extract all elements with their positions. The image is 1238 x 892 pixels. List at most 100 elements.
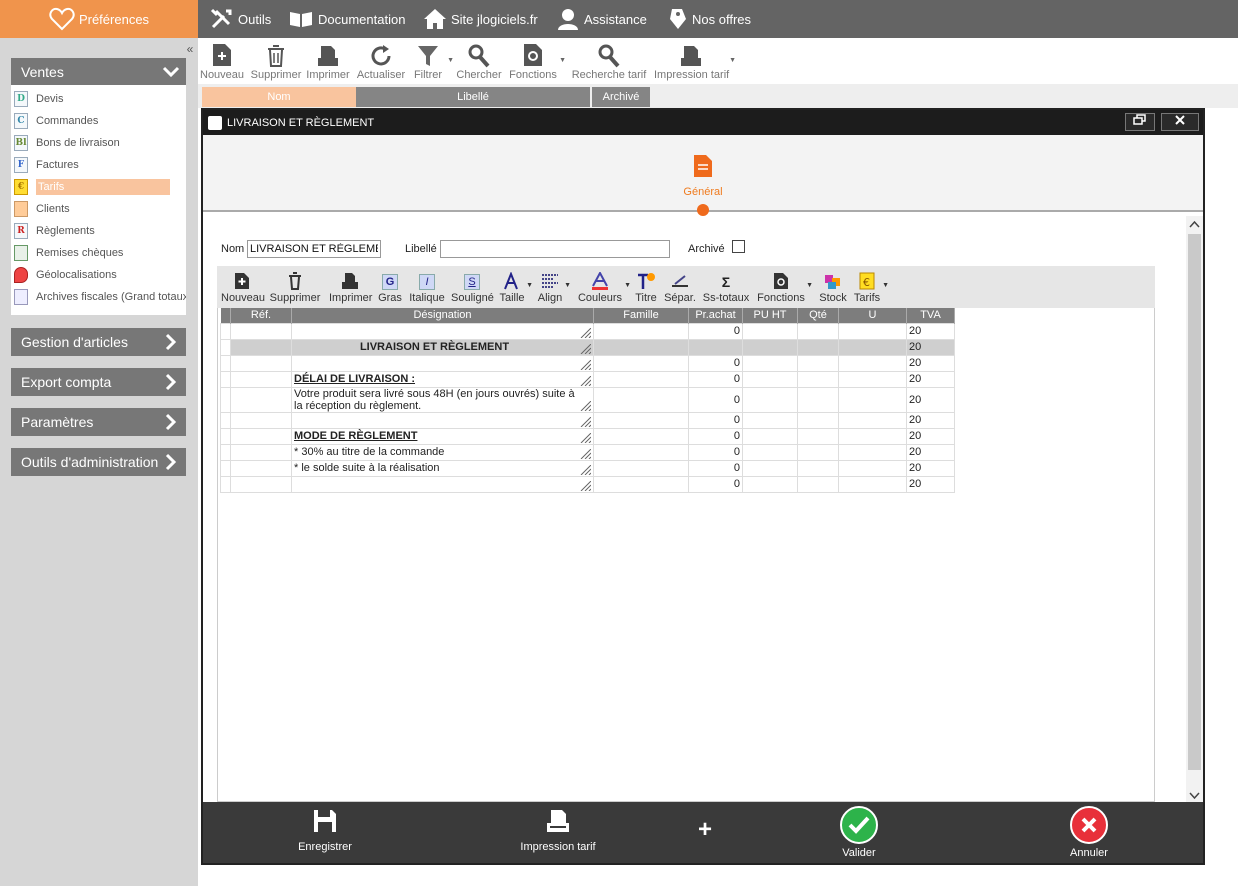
sidebar-item-commandes[interactable]: C Commandes: [11, 110, 186, 132]
nom-input[interactable]: [247, 240, 381, 258]
lines-separateur-button[interactable]: Sépar.: [663, 268, 697, 306]
cell-ref[interactable]: [230, 459, 292, 477]
cancel-button[interactable]: Annuler: [1061, 806, 1117, 859]
cell-designation[interactable]: LIVRAISON ET RÈGLEMENT: [291, 338, 594, 356]
archive-checkbox[interactable]: [732, 240, 745, 253]
cell-qte[interactable]: [797, 338, 839, 356]
cell-prachat[interactable]: 0: [688, 475, 743, 493]
cell-famille[interactable]: [593, 322, 689, 340]
nav-documentation[interactable]: Documentation: [288, 0, 405, 38]
cell-puht[interactable]: [742, 459, 798, 477]
resize-grip-icon[interactable]: [579, 448, 591, 459]
tab-general[interactable]: Général: [673, 153, 733, 198]
cell-tva[interactable]: 20: [906, 322, 955, 340]
cell-designation[interactable]: MODE DE RÈGLEMENT: [291, 427, 594, 445]
resize-grip-icon[interactable]: [579, 359, 591, 370]
resize-grip-icon[interactable]: [579, 464, 591, 475]
column-header-nom[interactable]: Nom: [202, 87, 356, 107]
cell-u[interactable]: [838, 459, 907, 477]
table-row[interactable]: Votre produit sera livré sous 48H (en jo…: [220, 386, 955, 413]
cell-prachat[interactable]: 0: [688, 427, 743, 445]
cell-tva[interactable]: 20: [906, 386, 955, 413]
cell-famille[interactable]: [593, 338, 689, 356]
lines-souligne-button[interactable]: S Souligné: [451, 268, 494, 306]
add-button[interactable]: +: [693, 816, 717, 844]
cell-u[interactable]: [838, 338, 907, 356]
sidebar-item-archives-fiscales[interactable]: Archives fiscales (Grand totaux): [11, 286, 186, 308]
cell-famille[interactable]: [593, 354, 689, 372]
resize-grip-icon[interactable]: [579, 416, 591, 427]
close-window-button[interactable]: [1161, 113, 1199, 131]
cell-ref[interactable]: [230, 427, 292, 445]
table-row[interactable]: * 30% au titre de la commande 0 20: [220, 443, 955, 461]
sidebar-item-remises-cheques[interactable]: Remises chèques: [11, 242, 186, 264]
toolbar-fonctions-button[interactable]: Fonctions ▼: [508, 38, 566, 84]
cell-famille[interactable]: [593, 459, 689, 477]
sidebar-section-export-compta[interactable]: Export compta: [11, 368, 186, 396]
cell-ref[interactable]: [230, 322, 292, 340]
row-marker[interactable]: [220, 427, 231, 445]
cell-puht[interactable]: [742, 338, 798, 356]
toolbar-nouveau-button[interactable]: Nouveau: [200, 38, 244, 84]
sidebar-item-reglements[interactable]: R Règlements: [11, 220, 186, 242]
cell-designation[interactable]: [291, 475, 594, 493]
toolbar-recherche-tarif-button[interactable]: Recherche tarif: [570, 38, 648, 84]
sidebar-item-geolocalisations[interactable]: Géolocalisations: [11, 264, 186, 286]
cell-qte[interactable]: [797, 459, 839, 477]
cell-tva[interactable]: 20: [906, 427, 955, 445]
nav-offres[interactable]: Nos offres: [668, 0, 751, 38]
cell-qte[interactable]: [797, 443, 839, 461]
lines-sous-totaux-button[interactable]: Σ Ss-totaux: [701, 268, 751, 306]
sidebar-section-gestion-articles[interactable]: Gestion d'articles: [11, 328, 186, 356]
cell-u[interactable]: [838, 354, 907, 372]
sidebar-section-parametres[interactable]: Paramètres: [11, 408, 186, 436]
nav-assistance[interactable]: Assistance: [556, 0, 647, 38]
cell-designation[interactable]: * le solde suite à la réalisation: [291, 459, 594, 477]
column-header-libelle[interactable]: Libellé: [356, 87, 590, 107]
table-row[interactable]: 0 20: [220, 354, 955, 372]
cell-designation[interactable]: [291, 322, 594, 340]
table-row[interactable]: * le solde suite à la réalisation 0 20: [220, 459, 955, 477]
toolbar-chercher-button[interactable]: Chercher: [454, 38, 504, 84]
cell-ref[interactable]: [230, 443, 292, 461]
lines-stock-button[interactable]: Stock: [819, 268, 847, 306]
cell-qte[interactable]: [797, 322, 839, 340]
restore-window-button[interactable]: [1125, 113, 1155, 131]
cell-tva[interactable]: 20: [906, 354, 955, 372]
toolbar-filtrer-button[interactable]: Filtrer ▼: [410, 38, 454, 84]
cell-puht[interactable]: [742, 354, 798, 372]
cell-famille[interactable]: [593, 427, 689, 445]
lines-italique-button[interactable]: I Italique: [409, 268, 445, 306]
nav-site[interactable]: Site jlogiciels.fr: [423, 0, 538, 38]
table-row[interactable]: 0 20: [220, 475, 955, 493]
lines-tarifs-button[interactable]: € Tarifs ▼: [853, 268, 889, 306]
sidebar-section-ventes[interactable]: Ventes: [11, 58, 186, 86]
table-row[interactable]: 0 20: [220, 322, 955, 340]
cell-prachat[interactable]: 0: [688, 411, 743, 429]
cell-designation[interactable]: Votre produit sera livré sous 48H (en jo…: [291, 386, 594, 413]
row-marker[interactable]: [220, 386, 231, 413]
resize-grip-icon[interactable]: [579, 400, 591, 411]
column-header-archive[interactable]: Archivé: [592, 87, 650, 107]
sidebar-section-outils-admin[interactable]: Outils d'administration: [11, 448, 186, 476]
validate-button[interactable]: Valider: [831, 806, 887, 859]
toolbar-imprimer-button[interactable]: Imprimer: [306, 38, 350, 84]
cell-prachat[interactable]: 0: [688, 354, 743, 372]
cell-ref[interactable]: [230, 338, 292, 356]
cell-ref[interactable]: [230, 386, 292, 413]
cell-puht[interactable]: [742, 322, 798, 340]
cell-qte[interactable]: [797, 475, 839, 493]
cell-prachat[interactable]: 0: [688, 322, 743, 340]
column-header-tva[interactable]: TVA: [906, 308, 955, 323]
cell-designation[interactable]: * 30% au titre de la commande: [291, 443, 594, 461]
cell-famille[interactable]: [593, 386, 689, 413]
column-header-ref[interactable]: Réf.: [230, 308, 292, 323]
print-tarif-button[interactable]: Impression tarif: [515, 808, 601, 853]
scrollbar-thumb[interactable]: [1188, 234, 1201, 770]
column-header-designation[interactable]: Désignation: [291, 308, 594, 323]
cell-u[interactable]: [838, 443, 907, 461]
cell-designation[interactable]: [291, 354, 594, 372]
cell-qte[interactable]: [797, 370, 839, 388]
lines-imprimer-button[interactable]: Imprimer: [329, 268, 372, 306]
lines-nouveau-button[interactable]: Nouveau: [221, 268, 265, 306]
